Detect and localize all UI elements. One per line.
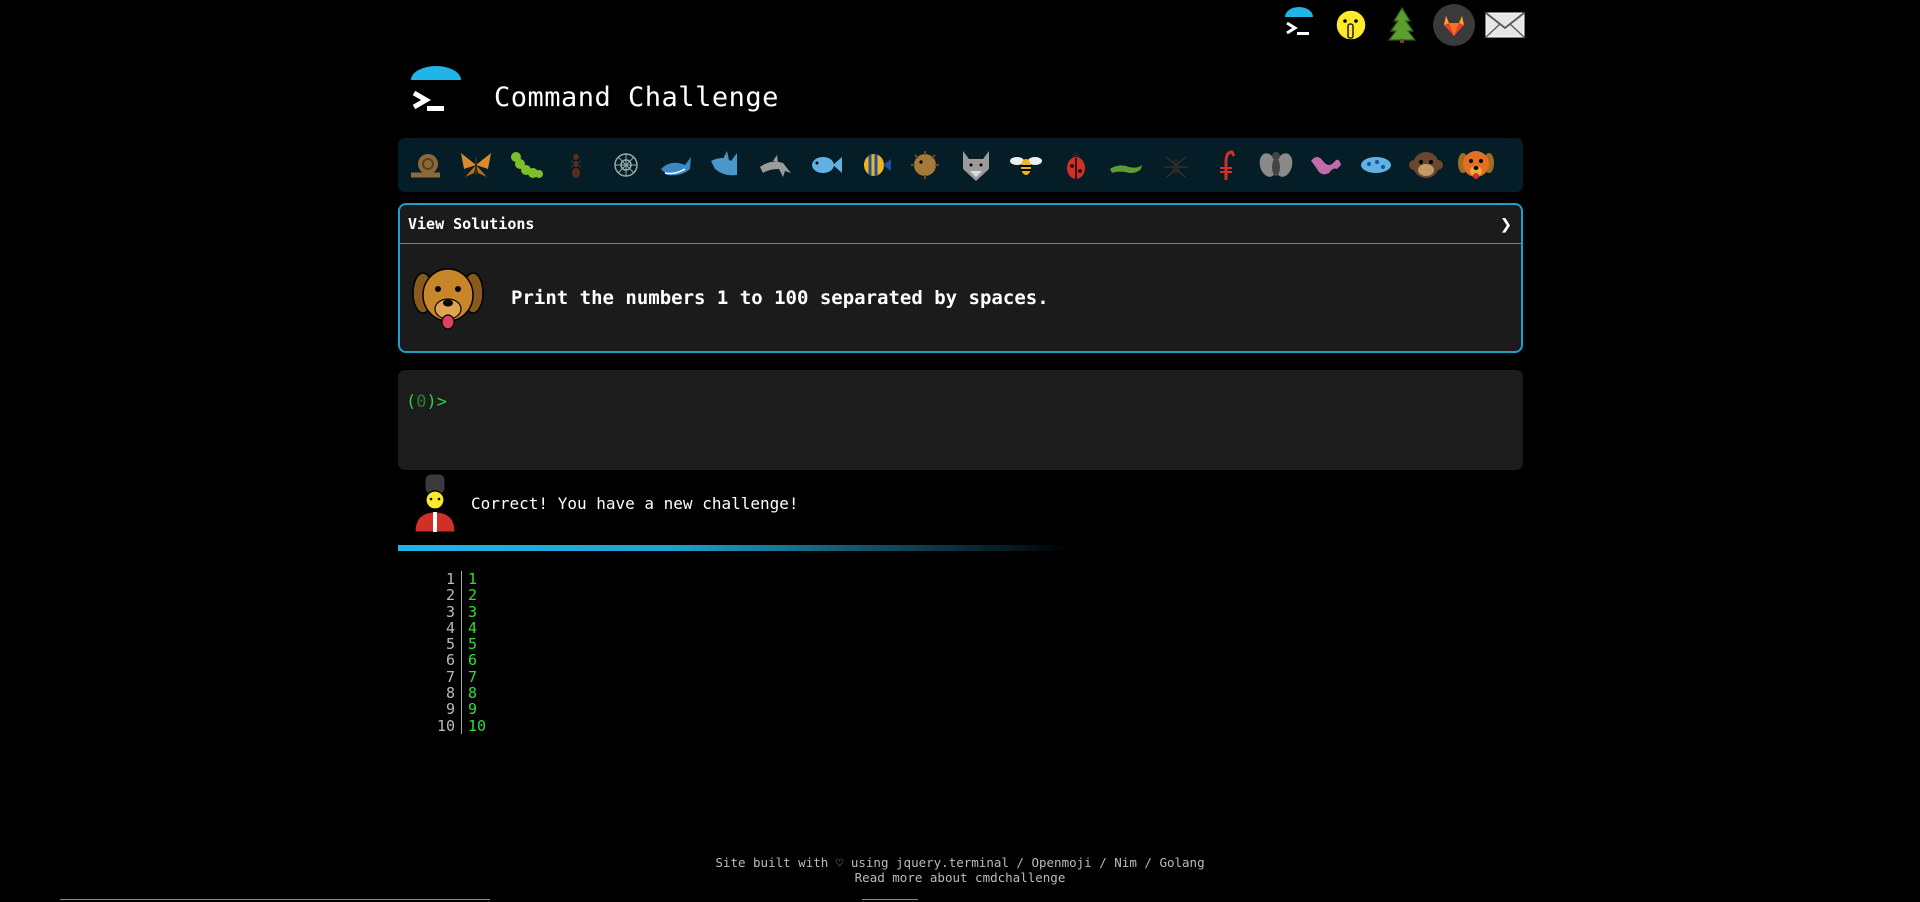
bee-icon[interactable] xyxy=(1004,143,1048,187)
output-line: 33 xyxy=(420,602,486,621)
caterpillar-icon[interactable] xyxy=(504,143,548,187)
output-line: 10 10 xyxy=(420,716,487,735)
nim-link[interactable]: Nim xyxy=(1114,855,1137,870)
golang-link[interactable]: Golang xyxy=(1159,855,1204,870)
line-number: 5 xyxy=(420,636,462,652)
wolf-icon[interactable] xyxy=(954,143,998,187)
view-solutions-label: View Solutions xyxy=(408,215,535,233)
dog-icon xyxy=(409,259,487,337)
output-line: 44 xyxy=(420,618,486,637)
line-value: 1 xyxy=(468,570,478,588)
line-value: 5 xyxy=(468,635,478,654)
progress-fill xyxy=(398,545,1073,551)
fly-icon[interactable] xyxy=(1254,143,1298,187)
blowfish-icon[interactable] xyxy=(904,143,948,187)
line-value: 9 xyxy=(468,700,478,719)
line-value: 6 xyxy=(468,651,478,670)
output-line: 88 xyxy=(420,684,486,703)
footer-credits: Site built with ♡ using jquery.terminal … xyxy=(715,855,1205,870)
page-title: Command Challenge xyxy=(494,81,779,113)
divider xyxy=(862,899,918,900)
output-line: 22 xyxy=(420,586,486,605)
challenge-panel: View Solutions ❯ Print the numbers 1 to … xyxy=(398,203,1523,353)
progress-bar xyxy=(398,545,1523,551)
spider-icon[interactable] xyxy=(1154,143,1198,187)
envelope-icon[interactable] xyxy=(1482,2,1528,48)
jquery-terminal-link[interactable]: jquery.terminal xyxy=(896,855,1009,870)
line-value: 10 xyxy=(468,716,487,735)
output-line: 66 xyxy=(420,651,486,670)
worm-icon[interactable] xyxy=(1304,143,1348,187)
ant-icon[interactable] xyxy=(554,143,598,187)
whale-icon[interactable] xyxy=(654,143,698,187)
chevron-right-icon: ❯ xyxy=(1499,212,1512,236)
line-number: 9 xyxy=(420,701,462,718)
challenge-text: Print the numbers 1 to 100 separated by … xyxy=(511,287,1049,309)
top-nav xyxy=(1276,2,1528,48)
line-number: 6 xyxy=(420,652,462,669)
evergreen-tree-icon[interactable] xyxy=(1379,2,1425,48)
shushing-face-icon[interactable] xyxy=(1328,2,1374,48)
fish-icon[interactable] xyxy=(804,143,848,187)
read-more-link[interactable]: Read more about cmdchallenge xyxy=(855,870,1066,885)
terminal-input[interactable]: (0)> xyxy=(398,370,1523,470)
shark-icon[interactable] xyxy=(704,143,748,187)
line-number: 7 xyxy=(420,668,462,685)
footer: Site built with ♡ using jquery.terminal … xyxy=(0,855,1920,885)
dog-icon[interactable] xyxy=(1454,143,1498,187)
terminal-prompt: (0)> xyxy=(406,392,447,412)
line-value: 4 xyxy=(468,618,478,637)
line-number: 4 xyxy=(420,620,462,636)
output-line: 77 xyxy=(420,667,486,686)
output-line: 11 xyxy=(420,570,486,588)
terminal-logo-icon[interactable] xyxy=(408,66,464,128)
line-value: 7 xyxy=(468,667,478,686)
line-number: 3 xyxy=(420,603,462,620)
line-value: 3 xyxy=(468,602,478,621)
line-number: 8 xyxy=(420,685,462,701)
microbe-icon[interactable] xyxy=(1354,143,1398,187)
feedback-text: Correct! You have a new challenge! xyxy=(471,493,799,513)
command-output: 11 22 33 44 55 66 77 88 99 10 10 xyxy=(420,571,486,734)
line-value: 8 xyxy=(468,684,478,703)
challenge-body: Print the numbers 1 to 100 separated by … xyxy=(400,244,1521,351)
output-line: 99 xyxy=(420,700,486,719)
feedback-message: Correct! You have a new challenge! xyxy=(411,472,799,534)
output-line: 55 xyxy=(420,635,486,654)
line-number: 2 xyxy=(420,587,462,604)
level-bar xyxy=(398,138,1523,192)
ladybug-icon[interactable] xyxy=(1054,143,1098,187)
terminal-logo-icon[interactable] xyxy=(1276,2,1322,48)
snail-icon[interactable] xyxy=(404,143,448,187)
line-number: 10 xyxy=(420,717,462,734)
guard-icon xyxy=(411,472,459,534)
dolphin-icon[interactable] xyxy=(754,143,798,187)
gitlab-icon[interactable] xyxy=(1431,2,1477,48)
tropical-fish-icon[interactable] xyxy=(854,143,898,187)
scorpion-icon[interactable] xyxy=(1204,143,1248,187)
line-number: 1 xyxy=(420,571,462,587)
page-header: Command Challenge xyxy=(408,62,779,132)
lizard-icon[interactable] xyxy=(1104,143,1148,187)
butterfly-icon[interactable] xyxy=(454,143,498,187)
line-value: 2 xyxy=(468,586,478,605)
monkey-icon[interactable] xyxy=(1404,143,1448,187)
sand-dollar-icon[interactable] xyxy=(604,143,648,187)
openmoji-link[interactable]: Openmoji xyxy=(1031,855,1091,870)
view-solutions-toggle[interactable]: View Solutions ❯ xyxy=(400,205,1521,244)
divider xyxy=(60,899,490,900)
